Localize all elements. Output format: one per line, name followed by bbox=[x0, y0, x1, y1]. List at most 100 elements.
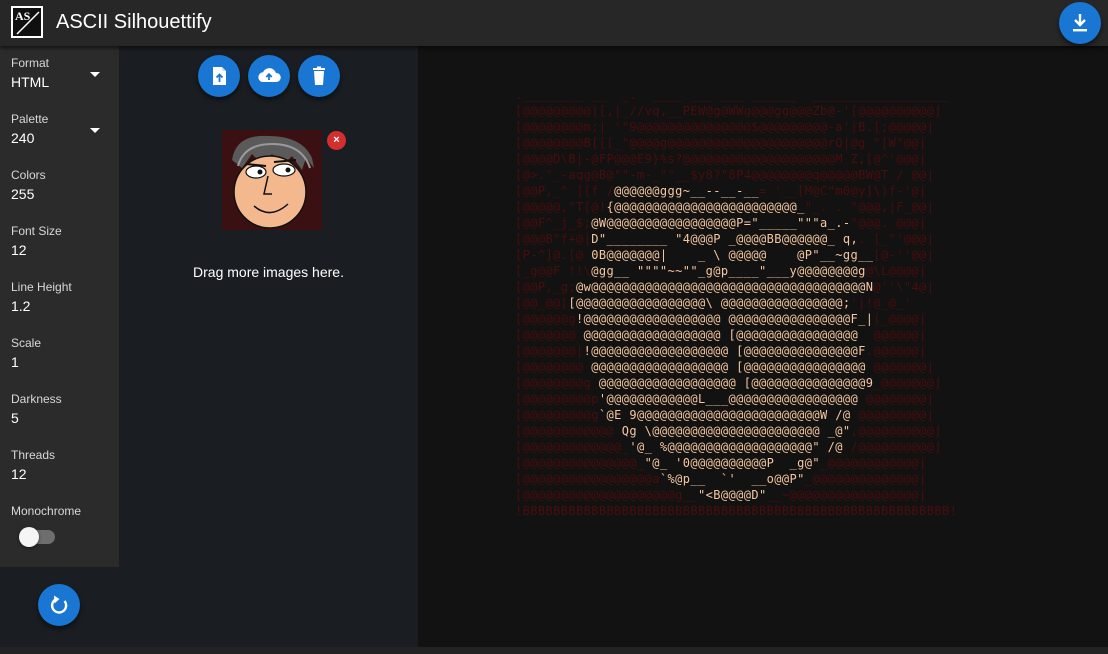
uploaded-image-thumbnail[interactable] bbox=[222, 130, 322, 230]
ascii-background-segment: [@@@@@@g bbox=[515, 312, 576, 326]
ascii-line: [@@@@@@@@@@@@@@@@@a`%@p__ `' __o@@P"_@@@… bbox=[515, 471, 1018, 487]
ascii-background-segment: [@@@@@@@@@p bbox=[515, 392, 599, 406]
ascii-background-segment: @\L@@@@| bbox=[865, 264, 927, 278]
setting-value[interactable]: 12 bbox=[11, 242, 62, 258]
ascii-background-segment: [@>."_-aqg@B@""-m-_""__$y8?"8P4@@@@@@@@q… bbox=[515, 168, 935, 182]
ascii-background-segment: [@@@@@@@@ bbox=[515, 360, 592, 374]
app-title: ASCII Silhouettify bbox=[56, 11, 212, 33]
ascii-line: [@@@@@@@@@@@@ Qg \@@@@@@@@@@@@@@@@@@@@@@… bbox=[515, 423, 1018, 439]
ascii-background-segment: @@@@@@@@@| bbox=[850, 408, 935, 422]
ascii-background-segment: /@@@@@@@@@@| bbox=[842, 440, 942, 454]
ascii-figure-segment: @W@@@@@@@@@@@@@@@@@P="_____"""a_.- bbox=[591, 216, 851, 230]
app-logo-icon: AS bbox=[11, 6, 43, 38]
ascii-background-segment: [@@@@@@@ bbox=[515, 328, 584, 342]
ascii-figure-segment: '@@@@@@@@@@@@L___@@@@@@@@@@@@@@@@@ bbox=[598, 392, 859, 406]
refresh-icon bbox=[50, 595, 68, 614]
ascii-background-segment: '|!@_@_' bbox=[850, 296, 912, 310]
ascii-background-segment: . [_"'@@@| bbox=[858, 232, 935, 246]
ascii-background-segment: [@-''@@| bbox=[873, 248, 935, 262]
ascii-background-segment: __~@@@@@@@@@@@@@@@@@| bbox=[766, 488, 927, 502]
ascii-background-segment: [@@@@@@@@@@@@@_ bbox=[515, 440, 630, 454]
ascii-background-segment: [@@@@@@@@g bbox=[515, 376, 599, 390]
ascii-figure-segment: "@_ '0@@@@@@@@@@P _g@" bbox=[644, 456, 820, 470]
ascii-background-segment: ,@@@@@@@@@@| bbox=[850, 424, 942, 438]
ascii-line: [@@@@@@@@m;| '"9@@@@@@@@@@@@@@@$@@@@@@@@… bbox=[515, 119, 1018, 135]
ascii-line: [@@@@@@@|!@@@@@@@@@@@@@@@@@@ [@@@@@@@@@@… bbox=[515, 343, 1018, 359]
ascii-figure-segment: @@@@@@@@@@@@@@@@@@ [@@@@@@@@@@@@@@@9 bbox=[598, 376, 874, 390]
ascii-background-segment: [@@@@@@@@@@@@@@@@@a bbox=[515, 472, 660, 486]
setting-value: 240 bbox=[11, 130, 35, 146]
ascii-figure-segment: @@@@@@@@@@@@@@@@@@ [@@@@@@@@@@@@@@@@ bbox=[583, 328, 859, 342]
ascii-background-segment: !BBBBBBBBBBBBBBBBBBBBBBBBBBBBBBBBBBBBBBB… bbox=[515, 504, 958, 518]
ascii-figure-segment: @gg__ """"~~""_g@p____"___y@@@@@@@@g bbox=[591, 264, 866, 278]
setting-value[interactable]: 5 bbox=[11, 410, 62, 426]
ascii-background-segment: = '__[M@C"m0@y]\)f-'@| bbox=[759, 184, 927, 198]
setting-colors[interactable]: Colors 255 bbox=[11, 168, 46, 202]
ascii-background-segment: [@@P,_g; bbox=[515, 280, 576, 294]
setting-label: Monochrome bbox=[11, 504, 82, 518]
remove-image-button[interactable]: × bbox=[327, 131, 346, 150]
setting-palette[interactable]: Palette 240 bbox=[11, 112, 48, 146]
cloud-upload-icon bbox=[258, 68, 281, 82]
ascii-background-segment: [@@@B"f+@| bbox=[515, 232, 592, 246]
ascii-line: [@@@@@@@@ @@@@@@@@@@@@@@@@@@ [@@@@@@@@@@… bbox=[515, 359, 1018, 375]
setting-label: Font Size bbox=[11, 224, 62, 238]
ascii-line: [@@@@@@@@@@@@@_'@_ %@@@@@@@@@@@@@@@@@@@"… bbox=[515, 439, 1018, 455]
ascii-background-segment: "_. . "@@@,|F_@@| bbox=[804, 200, 935, 214]
ascii-line: [@@P,_^ ][f /@@@@@@ggg~__--__-__= '__[M@… bbox=[515, 183, 1018, 199]
ascii-line: [@@_@@[[@@@@@@@@@@@@@@@@@\ @@@@@@@@@@@@@… bbox=[515, 295, 1018, 311]
ascii-background-segment: [P-^]@.[@ bbox=[515, 248, 592, 262]
open-file-button[interactable] bbox=[198, 55, 240, 97]
ascii-line: [@@@@@@@@@p'@@@@@@@@@@@@L___@@@@@@@@@@@@… bbox=[515, 391, 1018, 407]
ascii-background-segment: [@@@@D\B|-@FP@@@E9}%s?@@@@@@@@@@@@@@@@@@… bbox=[515, 152, 927, 166]
setting-label: Colors bbox=[11, 168, 46, 182]
ascii-line: [@@P,_g;@w@@@@@@@@@@@@@@@@@@@@@@@@@@@@@@… bbox=[515, 279, 1018, 295]
ascii-line: [@@@@D\B|-@FP@@@E9}%s?@@@@@@@@@@@@@@@@@@… bbox=[515, 151, 1018, 167]
setting-darkness[interactable]: Darkness 5 bbox=[11, 392, 62, 426]
image-panel: × Drag more images here. bbox=[119, 46, 418, 647]
chevron-down-icon[interactable] bbox=[90, 128, 100, 133]
ascii-figure-segment: @@@@@@@@@@@@@@@@@@ [@@@@@@@@@@@@@@@@ bbox=[591, 360, 866, 374]
setting-value[interactable]: 1.2 bbox=[11, 298, 72, 314]
setting-line-height[interactable]: Line Height 1.2 bbox=[11, 280, 72, 314]
ascii-figure-segment: @@@@@@ggg~__--__-__ bbox=[614, 184, 759, 198]
ascii-figure-segment: !@@@@@@@@@@@@@@@@@@ @@@@@@@@@@@@@@@@F_| bbox=[576, 312, 874, 326]
settings-sidebar: Format HTML Palette 240 Colors 255 Font … bbox=[0, 46, 119, 567]
ascii-figure-segment: [@@@@@@@@@@@@@@@@@\ @@@@@@@@@@@@@@@@; bbox=[568, 296, 851, 310]
download-icon bbox=[1073, 14, 1087, 32]
face-drawing bbox=[222, 130, 322, 230]
reset-button[interactable] bbox=[38, 584, 80, 626]
ascii-preview-panel: .________ __ _. ____ ___ ___ ______ ____… bbox=[418, 46, 1108, 647]
setting-threads[interactable]: Threads 12 bbox=[11, 448, 55, 482]
ascii-background-segment: .@@@@@@| bbox=[865, 344, 927, 358]
setting-label: Format bbox=[11, 56, 50, 70]
setting-value[interactable]: 1 bbox=[11, 354, 41, 370]
setting-format[interactable]: Format HTML bbox=[11, 56, 49, 90]
upload-button[interactable] bbox=[248, 55, 290, 97]
ascii-line: [@@@@@@@@@g`@E 9@@@@@@@@@@@@@@@@@@@@@@@@… bbox=[515, 407, 1018, 423]
delete-button[interactable] bbox=[298, 55, 340, 97]
monochrome-toggle[interactable] bbox=[19, 527, 55, 547]
ascii-background-segment: [_g@@F !!\ bbox=[515, 264, 592, 278]
download-button[interactable] bbox=[1059, 2, 1101, 44]
setting-value: HTML bbox=[11, 74, 50, 90]
ascii-figure-segment: '@_ %@@@@@@@@@@@@@@@@@@@" /@ bbox=[629, 440, 843, 454]
setting-label: Palette bbox=[11, 112, 49, 126]
bottom-strip bbox=[0, 647, 1108, 654]
setting-value[interactable]: 12 bbox=[11, 466, 55, 482]
ascii-background-segment: @@@@@@| bbox=[858, 328, 927, 342]
ascii-figure-segment: 0B@@@@@@@| _ \ @@@@@ @P"__~gg__ bbox=[591, 248, 874, 262]
setting-scale[interactable]: Scale 1 bbox=[11, 336, 41, 370]
ascii-background-segment: (_@@@@| bbox=[873, 312, 927, 326]
chevron-down-icon[interactable] bbox=[90, 72, 100, 77]
ascii-background-segment: @@@@@@@@| bbox=[858, 392, 935, 406]
app-bar: AS ASCII Silhouettify bbox=[0, 0, 1108, 46]
ascii-line: [@>."_-aqg@B@""-m-_""__$y8?"8P4@@@@@@@@q… bbox=[515, 167, 1018, 183]
setting-font-size[interactable]: Font Size 12 bbox=[11, 224, 62, 258]
setting-value[interactable]: 255 bbox=[11, 186, 46, 202]
ascii-background-segment: [@@_@@[ bbox=[515, 296, 569, 310]
ascii-line: [@@@@@@@@@|[,|_//vq,__PEW@g@WWg@@@gg@@@Z… bbox=[515, 103, 1018, 119]
toggle-knob[interactable] bbox=[19, 527, 39, 547]
ascii-figure-segment: @w@@@@@@@@@@@@@@@@@@@@@@@@@@@@@@@@@@@@N bbox=[576, 280, 874, 294]
ascii-background-segment: _@@@@@@@@@@@@| bbox=[820, 456, 927, 470]
